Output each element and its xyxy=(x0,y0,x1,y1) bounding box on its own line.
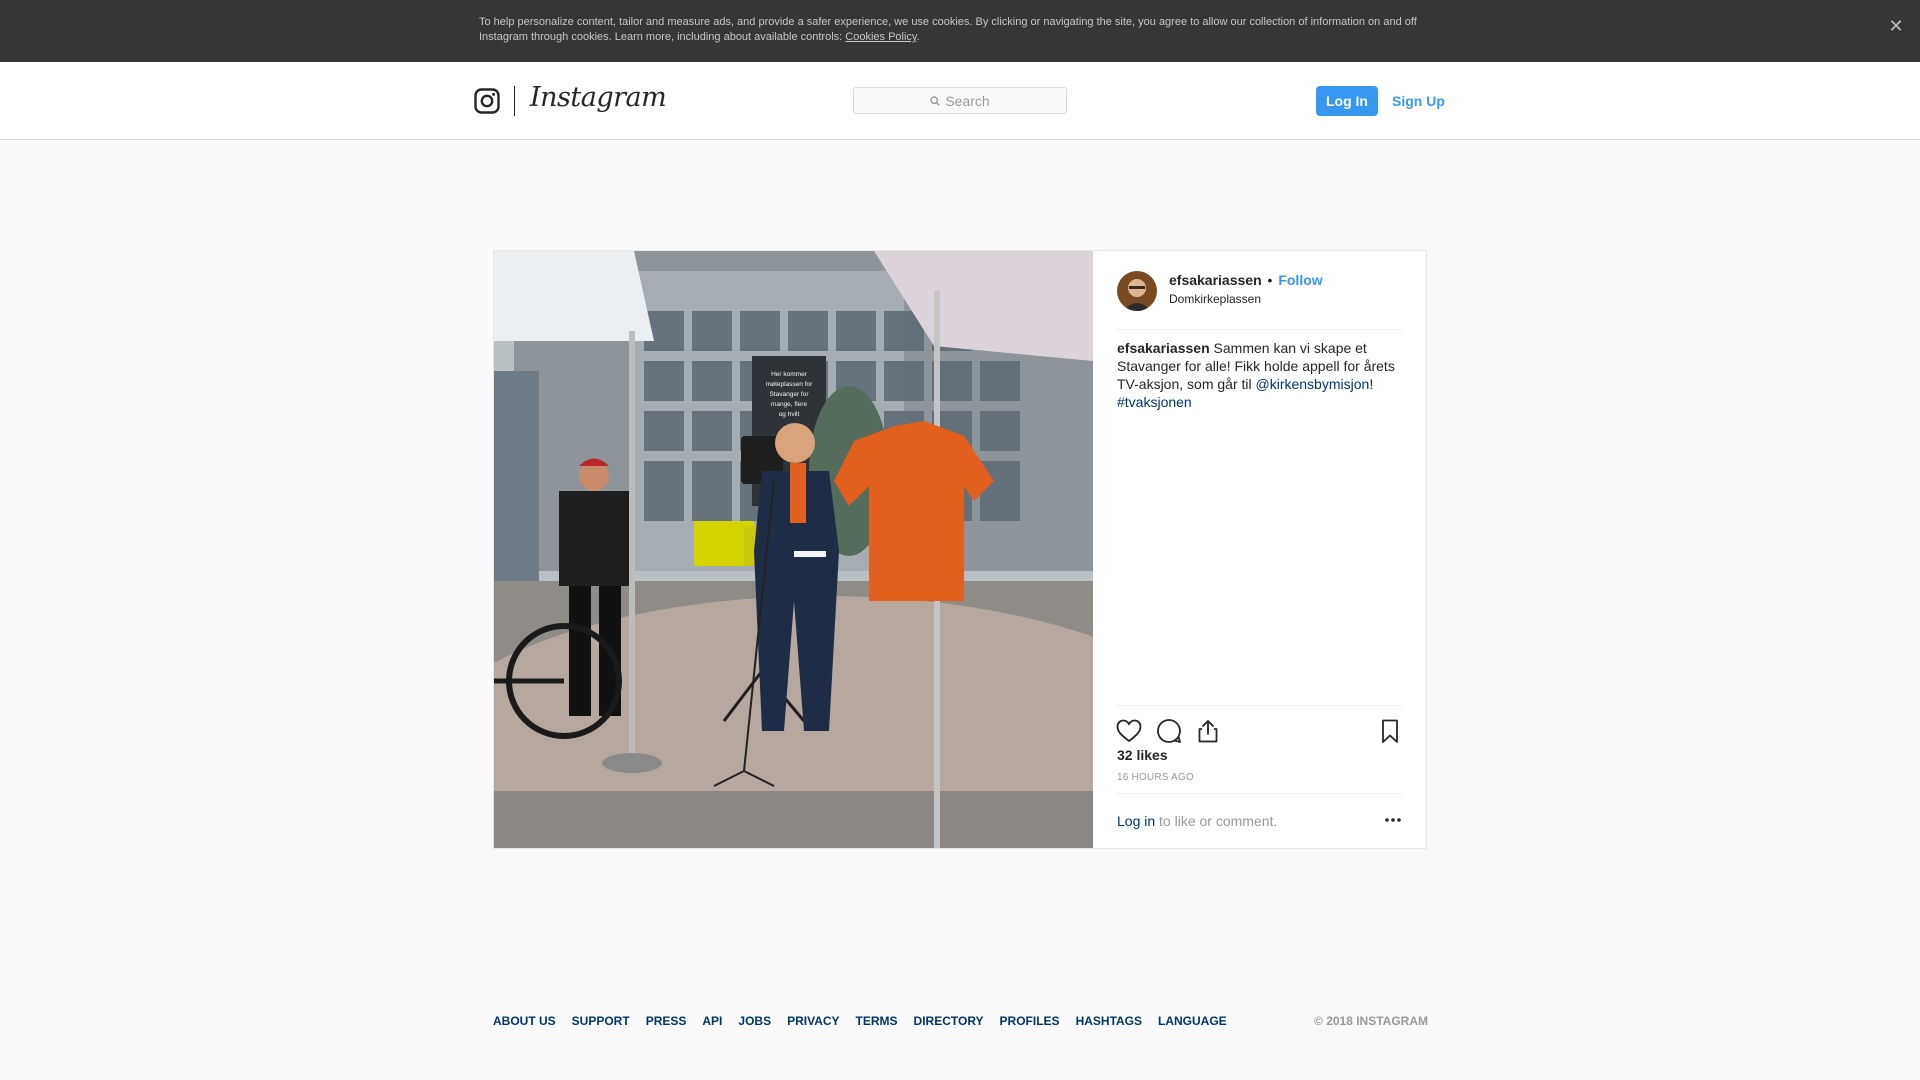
bookmark-icon[interactable] xyxy=(1376,717,1404,745)
sign-line: Stavanger for xyxy=(769,391,809,398)
post-timestamp[interactable]: 16 HOURS AGO xyxy=(1117,772,1194,783)
caption-hashtag[interactable]: #tvaksjonen xyxy=(1117,394,1192,410)
cookie-notice-period: . xyxy=(916,31,920,43)
footer-link-profiles[interactable]: PROFILES xyxy=(1000,1014,1060,1028)
username-row: efsakariassen • Follow xyxy=(1169,272,1323,288)
separator-dot: • xyxy=(1267,272,1273,288)
avatar[interactable] xyxy=(1117,271,1157,311)
caption-username[interactable]: efsakariassen xyxy=(1117,340,1210,356)
cookie-notice: To help personalize content, tailor and … xyxy=(479,15,1439,45)
comment-prompt-text: to like or comment. xyxy=(1155,813,1278,829)
follow-button[interactable]: Follow xyxy=(1278,272,1322,288)
post-caption: efsakariassen Sammen kan vi skape et Sta… xyxy=(1117,339,1402,411)
caption-mention[interactable]: @kirkensbymisjon xyxy=(1256,376,1370,392)
cookies-policy-link[interactable]: Cookies Policy xyxy=(845,31,916,43)
post-username[interactable]: efsakariassen xyxy=(1169,272,1262,288)
footer-link-support[interactable]: SUPPORT xyxy=(572,1014,630,1028)
sign-up-link[interactable]: Sign Up xyxy=(1386,86,1451,116)
logo-divider xyxy=(514,86,515,116)
comment-icon[interactable] xyxy=(1155,717,1183,745)
avatar-image xyxy=(1117,271,1157,311)
caption-text-after: ! xyxy=(1369,376,1374,392)
heart-icon[interactable] xyxy=(1115,717,1143,745)
footer-link-about-us[interactable]: ABOUT US xyxy=(493,1014,556,1028)
sign-line: mange, flere xyxy=(771,401,808,408)
footer-link-press[interactable]: PRESS xyxy=(646,1014,687,1028)
cookie-banner: To help personalize content, tailor and … xyxy=(0,0,1920,62)
post-photo-scene: Her kommer møteplassen for Stavanger for… xyxy=(494,251,1093,848)
post-card: Her kommer møteplassen for Stavanger for… xyxy=(493,250,1427,849)
close-icon[interactable]: ✕ xyxy=(1886,16,1906,36)
footer-link-api[interactable]: API xyxy=(702,1014,722,1028)
location-link[interactable]: Domkirkeplassen xyxy=(1169,292,1261,306)
footer-link-language[interactable]: LANGUAGE xyxy=(1158,1014,1227,1028)
search-box[interactable]: Search xyxy=(853,87,1067,114)
comment-bar: Log in to like or comment. xyxy=(1117,793,1402,848)
cookie-notice-text: To help personalize content, tailor and … xyxy=(479,16,1417,43)
footer-links: ABOUT US SUPPORT PRESS API JOBS PRIVACY … xyxy=(493,1014,1227,1028)
search-input[interactable] xyxy=(854,88,1066,113)
footer-link-directory[interactable]: DIRECTORY xyxy=(914,1014,984,1028)
like-count[interactable]: 32 likes xyxy=(1117,747,1168,763)
instagram-wordmark-logo[interactable]: Instagram xyxy=(530,82,667,113)
action-bar xyxy=(1117,705,1402,707)
sign-line: og hvilt xyxy=(779,411,800,418)
sign-line: møteplassen for xyxy=(766,381,813,388)
log-in-link[interactable]: Log in xyxy=(1117,813,1155,829)
footer-link-jobs[interactable]: JOBS xyxy=(738,1014,771,1028)
post-photo[interactable]: Her kommer møteplassen for Stavanger for… xyxy=(494,251,1093,848)
post-header: efsakariassen • Follow Domkirkeplassen xyxy=(1117,251,1402,330)
footer-link-hashtags[interactable]: HASHTAGS xyxy=(1076,1014,1142,1028)
sign-line: Her kommer xyxy=(771,371,808,378)
log-in-button[interactable]: Log In xyxy=(1316,86,1378,116)
footer-link-privacy[interactable]: PRIVACY xyxy=(787,1014,839,1028)
post-sidebar: efsakariassen • Follow Domkirkeplassen e… xyxy=(1093,251,1426,848)
copyright: © 2018 INSTAGRAM xyxy=(1314,1014,1428,1028)
comment-prompt: Log in to like or comment. xyxy=(1117,813,1277,829)
instagram-glyph-icon[interactable] xyxy=(474,88,500,114)
more-icon[interactable] xyxy=(1383,810,1403,830)
top-navigation: Instagram Search Log In Sign Up xyxy=(0,62,1920,140)
footer-link-terms[interactable]: TERMS xyxy=(856,1014,898,1028)
footer: ABOUT US SUPPORT PRESS API JOBS PRIVACY … xyxy=(493,1014,1428,1030)
share-icon[interactable] xyxy=(1194,717,1222,745)
